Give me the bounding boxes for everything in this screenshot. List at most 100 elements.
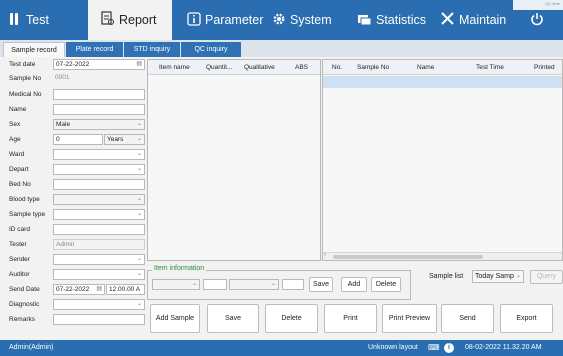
item-qualitative-select[interactable]: ⌄ (229, 279, 279, 290)
diagnostic-select[interactable]: ⌄ (53, 299, 145, 310)
bed-no-field[interactable] (53, 179, 145, 190)
delete-button[interactable]: Delete (265, 304, 318, 333)
export-button[interactable]: Export (500, 304, 553, 333)
nav-maintain[interactable]: Maintain (438, 0, 523, 40)
send-date-value: 07-22-2022 (56, 286, 90, 293)
chevron-down-icon: ⌄ (136, 136, 142, 142)
nav-maintain-label: Maintain (459, 13, 507, 27)
status-datetime: 08-02-2022 11.32.20 AM (465, 344, 542, 351)
send-date-field[interactable]: 07-22-2022 ▤ (53, 284, 105, 295)
nav-statistics-label: Statistics (376, 13, 427, 27)
chevron-down-icon: ⌄ (515, 273, 521, 279)
auditor-select[interactable]: ⌄ (53, 269, 145, 280)
print-button[interactable]: Print (324, 304, 377, 333)
sample-type-label: Sample type (9, 211, 46, 218)
current-user: Admin(Admin) (9, 344, 54, 351)
table-row[interactable] (323, 76, 562, 88)
nav-report[interactable]: Report (88, 0, 172, 40)
test-date-field[interactable]: 07-22-2022 ▤ (53, 59, 145, 70)
send-button[interactable]: Send (441, 304, 494, 333)
ward-label: Ward (9, 151, 25, 158)
column-header[interactable]: Printed (534, 60, 562, 75)
item-select[interactable]: ⌄ (152, 279, 200, 290)
add-sample-button[interactable]: Add Sample (150, 304, 200, 333)
age-field[interactable]: 0 (53, 134, 103, 145)
nav-report-label: Report (119, 13, 157, 27)
tab-qc-inquiry[interactable]: QC inquiry (181, 42, 241, 57)
bed-no-label: Bed No (9, 181, 31, 188)
horizontal-scrollbar[interactable]: ‹ (323, 252, 562, 260)
nav-statistics[interactable]: Statistics (355, 0, 440, 40)
info-icon[interactable]: i (444, 343, 454, 353)
auditor-label: Auditor (9, 271, 30, 278)
sample-list-select[interactable]: Today Samp ⌄ (472, 270, 524, 283)
info-icon (187, 11, 201, 29)
report-icon (100, 11, 115, 29)
age-unit-value: Years (107, 136, 124, 143)
sex-label: Sex (9, 121, 21, 128)
chevron-down-icon: ⌄ (191, 281, 197, 287)
column-header[interactable]: Qualitative (244, 60, 286, 75)
scrollbar-thumb[interactable] (333, 255, 483, 259)
sender-label: Sender (9, 256, 30, 263)
test-tubes-icon (8, 12, 22, 29)
ward-select[interactable]: ⌄ (53, 149, 145, 160)
chevron-down-icon: ⌄ (136, 121, 142, 127)
nav-parameter-label: Parameter (205, 13, 264, 27)
column-header[interactable]: ABS (295, 60, 315, 75)
send-time-field[interactable]: 12.00.00 A (106, 284, 145, 295)
medical-no-label: Medical No (9, 91, 42, 98)
column-header[interactable]: Name (417, 60, 441, 75)
age-unit-select[interactable]: Years ⌄ (104, 134, 145, 145)
keyboard-layout: Unknown layout (368, 344, 418, 351)
nav-system[interactable]: System (270, 0, 350, 40)
tab-sample-record[interactable]: Sample record (3, 42, 65, 57)
scroll-left-icon[interactable]: ‹ (324, 252, 326, 258)
tester-field[interactable]: Admin (53, 239, 145, 250)
column-header[interactable]: Sample No (357, 60, 397, 75)
sample-list-label: Sample list (429, 273, 464, 280)
column-header[interactable]: Test Time (476, 60, 512, 75)
chevron-down-icon: ⌄ (136, 301, 142, 307)
id-card-label: ID card (9, 226, 30, 233)
keyboard-icon[interactable]: ⌨ (428, 340, 440, 356)
item-delete-button[interactable]: Delete (371, 277, 401, 292)
tab-std-inquiry[interactable]: STD inquiry (124, 42, 180, 57)
column-header[interactable]: No. (332, 60, 348, 75)
query-button[interactable]: Query (530, 270, 563, 284)
depart-select[interactable]: ⌄ (53, 164, 145, 175)
remarks-field[interactable] (53, 314, 145, 325)
sample-type-select[interactable]: ⌄ (53, 209, 145, 220)
item-add-button[interactable]: Add (341, 277, 367, 292)
column-header[interactable]: Quantit... (206, 60, 239, 75)
medical-no-field[interactable] (53, 89, 145, 100)
nav-test[interactable]: Test (0, 0, 80, 40)
sample-table-header: No. Sample No Name Test Time Printed (323, 60, 562, 75)
remarks-label: Remarks (9, 316, 36, 323)
name-label: Name (9, 106, 27, 113)
item-abs-field[interactable] (282, 279, 304, 290)
blood-type-select[interactable]: ⌄ (53, 194, 145, 205)
item-quantity-field[interactable] (203, 279, 227, 290)
print-preview-button[interactable]: Print Preview (382, 304, 437, 333)
statistics-icon (357, 12, 372, 29)
sample-no-field[interactable]: 0001 (53, 73, 145, 84)
tester-label: Tester (9, 241, 27, 248)
item-results-table: Item name Quantit... Qualitative ABS (147, 59, 321, 261)
test-date-value: 07-22-2022 (56, 61, 90, 68)
column-header[interactable]: Item name (159, 60, 199, 75)
save-button[interactable]: Save (207, 304, 259, 333)
nav-parameter[interactable]: Parameter (183, 0, 268, 40)
sample-no-label: Sample No (9, 75, 42, 82)
sender-select[interactable]: ⌄ (53, 254, 145, 265)
chevron-down-icon: ⌄ (136, 151, 142, 157)
chevron-down-icon: ⌄ (136, 196, 142, 202)
id-card-field[interactable] (53, 224, 145, 235)
item-save-button[interactable]: Save (309, 277, 333, 292)
item-table-header: Item name Quantit... Qualitative ABS (148, 60, 320, 75)
sex-select[interactable]: Male ⌄ (53, 119, 145, 130)
item-information-legend: Item information (152, 265, 207, 272)
chevron-down-icon: ⌄ (136, 271, 142, 277)
name-field[interactable] (53, 104, 145, 115)
tab-plate-record[interactable]: Plate record (66, 42, 123, 57)
